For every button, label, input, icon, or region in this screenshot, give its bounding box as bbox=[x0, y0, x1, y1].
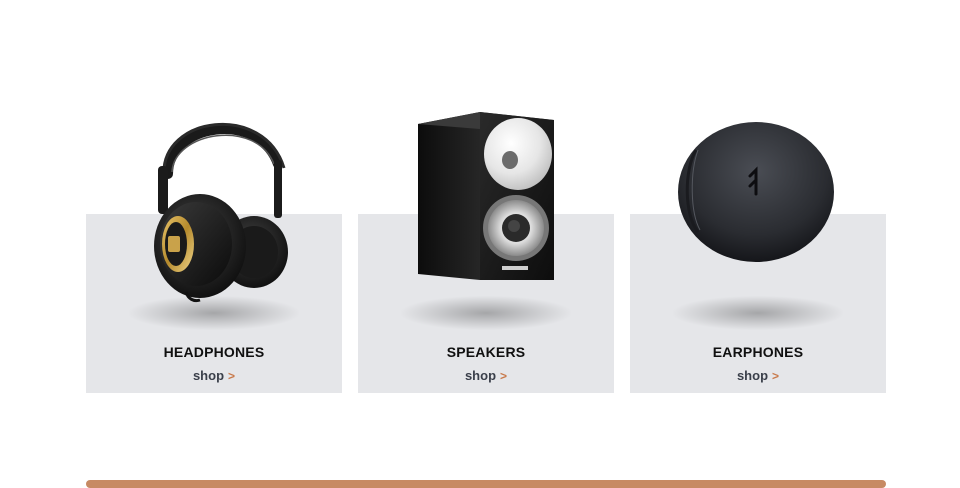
chevron-right-icon: > bbox=[228, 369, 236, 383]
speaker-image[interactable] bbox=[414, 110, 560, 286]
chevron-right-icon: > bbox=[772, 369, 780, 383]
shop-link-label[interactable]: shop bbox=[193, 368, 224, 383]
product-shadow bbox=[401, 296, 571, 330]
shop-link-label[interactable]: shop bbox=[737, 368, 768, 383]
earphones-case-image[interactable] bbox=[674, 120, 842, 270]
headphones-image[interactable] bbox=[138, 104, 298, 304]
shop-link-headphones[interactable]: shop > bbox=[86, 368, 342, 383]
section-divider-bar bbox=[86, 480, 886, 488]
shop-link-earphones[interactable]: shop > bbox=[630, 368, 886, 383]
category-title: EARPHONES bbox=[712, 344, 804, 360]
product-shadow bbox=[673, 296, 843, 330]
category-title: HEADPHONES bbox=[163, 344, 265, 360]
shop-link-label[interactable]: shop bbox=[465, 368, 496, 383]
category-title: SPEAKERS bbox=[446, 344, 526, 360]
chevron-right-icon: > bbox=[500, 369, 508, 383]
shop-link-speakers[interactable]: shop > bbox=[358, 368, 614, 383]
